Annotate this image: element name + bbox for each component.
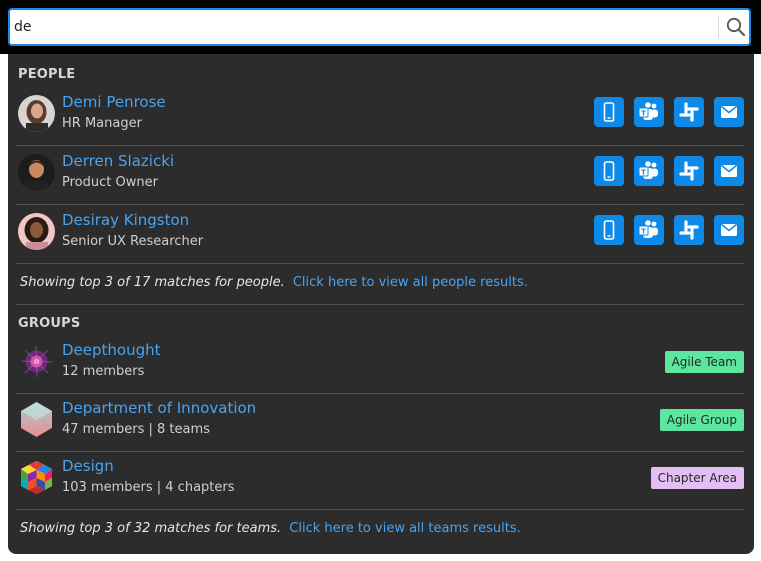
phone-button[interactable] (594, 97, 624, 127)
person-name-link[interactable]: Desiray Kingston (62, 211, 189, 229)
teams-icon: T (638, 102, 658, 120)
slack-icon (679, 102, 699, 122)
phone-icon (603, 220, 615, 240)
mail-button[interactable] (714, 156, 744, 186)
mail-button[interactable] (714, 97, 744, 127)
view-all-people-link[interactable]: Click here to view all people results. (293, 275, 528, 290)
group-meta: 47 members | 8 teams (62, 422, 210, 437)
group-type-badge: Agile Group (659, 409, 744, 431)
contact-actions: T (594, 97, 744, 127)
svg-text:T: T (641, 228, 646, 236)
group-type-badge: Agile Team (664, 351, 744, 373)
teams-button[interactable]: T (634, 97, 664, 127)
view-all-teams-link[interactable]: Click here to view all teams results. (289, 521, 520, 536)
mail-button[interactable] (714, 215, 744, 245)
search-box (8, 8, 751, 46)
contact-actions: T (594, 215, 744, 245)
section-divider (16, 304, 744, 305)
groups-match-count: Showing top 3 of 32 matches for teams. (20, 521, 282, 536)
person-role: Senior UX Researcher (62, 234, 204, 249)
person-row: Derren Slazicki Product Owner T (16, 146, 744, 205)
search-icon (726, 17, 745, 36)
search-results-panel: PEOPLE Demi Penrose HR Manager T Derren … (8, 54, 754, 554)
slack-button[interactable] (674, 156, 704, 186)
group-meta: 12 members (62, 364, 145, 379)
group-avatar (18, 343, 55, 380)
slack-button[interactable] (674, 215, 704, 245)
teams-icon: T (638, 161, 658, 179)
group-row: Deepthought 12 members Agile Team (16, 335, 744, 394)
group-name-link[interactable]: Design (62, 457, 114, 475)
person-name-link[interactable]: Demi Penrose (62, 93, 166, 111)
search-button[interactable] (724, 15, 748, 39)
people-section-title: PEOPLE (18, 67, 76, 82)
search-separator (718, 16, 719, 38)
slack-icon (679, 161, 699, 181)
search-input[interactable] (14, 16, 704, 38)
slack-icon (679, 220, 699, 240)
person-name-link[interactable]: Derren Slazicki (62, 152, 174, 170)
avatar (18, 95, 55, 132)
group-row: Design 103 members | 4 chapters Chapter … (16, 451, 744, 510)
groups-section-title: GROUPS (18, 316, 81, 331)
svg-text:T: T (641, 110, 646, 118)
phone-icon (603, 161, 615, 181)
avatar (18, 213, 55, 250)
person-row: Demi Penrose HR Manager T (16, 87, 744, 146)
group-name-link[interactable]: Department of Innovation (62, 399, 256, 417)
contact-actions: T (594, 156, 744, 186)
slack-button[interactable] (674, 97, 704, 127)
mail-icon (721, 105, 737, 118)
people-footer: Showing top 3 of 17 matches for people. … (20, 275, 528, 290)
group-avatar (18, 401, 55, 438)
mail-icon (721, 164, 737, 177)
groups-footer: Showing top 3 of 32 matches for teams. C… (20, 521, 521, 536)
mail-icon (721, 223, 737, 236)
person-role: HR Manager (62, 116, 142, 131)
person-role: Product Owner (62, 175, 158, 190)
group-type-badge: Chapter Area (650, 467, 744, 489)
avatar (18, 154, 55, 191)
group-avatar (18, 459, 55, 496)
people-match-count: Showing top 3 of 17 matches for people. (20, 275, 285, 290)
person-row: Desiray Kingston Senior UX Researcher T (16, 205, 744, 264)
group-name-link[interactable]: Deepthought (62, 341, 161, 359)
svg-text:T: T (641, 169, 646, 177)
phone-icon (603, 102, 615, 122)
teams-icon: T (638, 220, 658, 238)
group-row: Department of Innovation 47 members | 8 … (16, 393, 744, 452)
phone-button[interactable] (594, 156, 624, 186)
phone-button[interactable] (594, 215, 624, 245)
group-meta: 103 members | 4 chapters (62, 480, 235, 495)
teams-button[interactable]: T (634, 156, 664, 186)
teams-button[interactable]: T (634, 215, 664, 245)
